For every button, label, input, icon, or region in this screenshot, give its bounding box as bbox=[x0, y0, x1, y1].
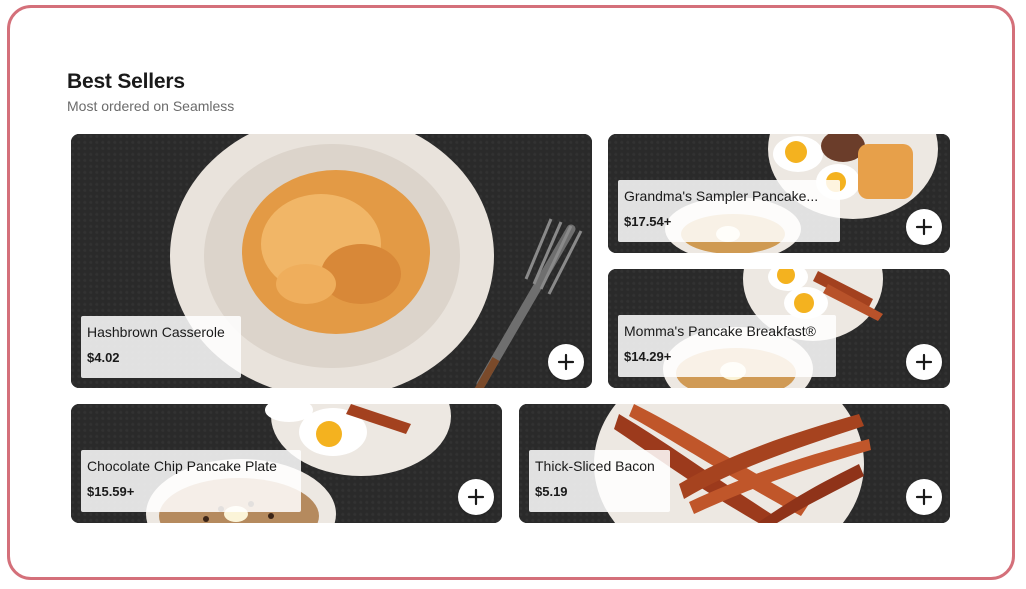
plus-icon bbox=[467, 488, 485, 506]
menu-item-info: Chocolate Chip Pancake Plate $15.59+ bbox=[81, 450, 301, 512]
menu-item-card-grandmas-sampler[interactable]: Grandma's Sampler Pancake... $17.54+ bbox=[608, 134, 950, 253]
menu-item-info: Grandma's Sampler Pancake... $17.54+ bbox=[618, 180, 840, 242]
section-title: Best Sellers bbox=[67, 70, 185, 93]
add-to-cart-button[interactable] bbox=[906, 209, 942, 245]
add-to-cart-button[interactable] bbox=[548, 344, 584, 380]
menu-item-card-mommas-pancake-breakfast[interactable]: Momma's Pancake Breakfast® $14.29+ bbox=[608, 269, 950, 388]
menu-item-card-chocolate-chip-pancake-plate[interactable]: Chocolate Chip Pancake Plate $15.59+ bbox=[71, 404, 502, 523]
plus-icon bbox=[915, 353, 933, 371]
menu-item-price: $4.02 bbox=[87, 350, 120, 365]
menu-item-name: Grandma's Sampler Pancake... bbox=[624, 188, 819, 204]
plus-icon bbox=[915, 488, 933, 506]
menu-item-price: $5.19 bbox=[535, 484, 568, 499]
menu-item-info: Momma's Pancake Breakfast® $14.29+ bbox=[618, 315, 836, 377]
menu-item-price: $14.29+ bbox=[624, 349, 672, 364]
section-subtitle: Most ordered on Seamless bbox=[67, 98, 235, 114]
menu-item-info: Hashbrown Casserole $4.02 bbox=[81, 316, 241, 378]
add-to-cart-button[interactable] bbox=[458, 479, 494, 515]
menu-item-card-hashbrown-casserole[interactable]: Hashbrown Casserole $4.02 bbox=[71, 134, 592, 388]
menu-item-info: Thick-Sliced Bacon $5.19 bbox=[529, 450, 670, 512]
menu-item-name: Thick-Sliced Bacon bbox=[535, 458, 655, 474]
add-to-cart-button[interactable] bbox=[906, 479, 942, 515]
menu-item-name: Momma's Pancake Breakfast® bbox=[624, 323, 816, 339]
add-to-cart-button[interactable] bbox=[906, 344, 942, 380]
menu-item-card-thick-sliced-bacon[interactable]: Thick-Sliced Bacon $5.19 bbox=[519, 404, 950, 523]
menu-item-name: Hashbrown Casserole bbox=[87, 324, 225, 340]
menu-item-price: $15.59+ bbox=[87, 484, 135, 499]
plus-icon bbox=[915, 218, 933, 236]
plus-icon bbox=[557, 353, 575, 371]
menu-item-price: $17.54+ bbox=[624, 214, 672, 229]
menu-item-name: Chocolate Chip Pancake Plate bbox=[87, 458, 277, 474]
